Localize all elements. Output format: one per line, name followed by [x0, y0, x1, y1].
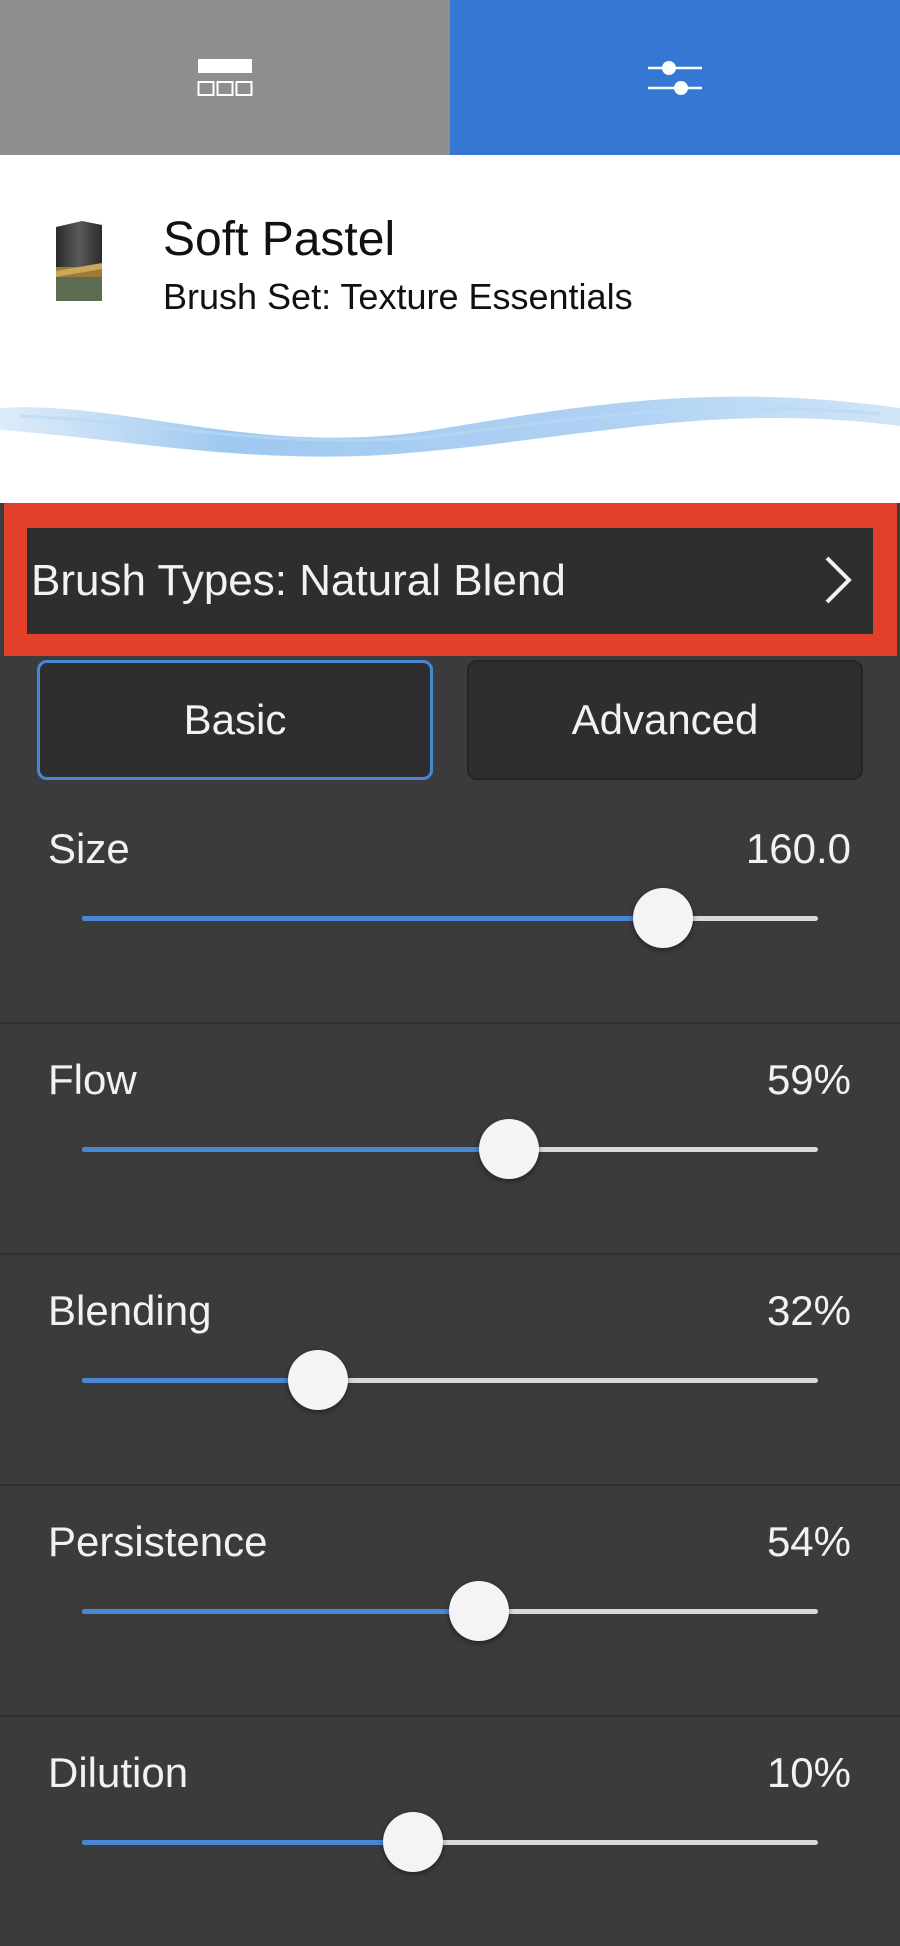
flow-slider[interactable] — [82, 1119, 818, 1179]
brush-set-label: Brush Set: Texture Essentials — [163, 276, 633, 317]
persistence-label: Persistence — [48, 1518, 268, 1565]
dilution-label: Dilution — [48, 1749, 189, 1796]
size-slider-thumb[interactable] — [633, 888, 694, 948]
blending-value: 32% — [766, 1287, 851, 1334]
dilution-slider-fill — [82, 1840, 414, 1845]
blending-slider-thumb[interactable] — [287, 1350, 348, 1410]
blending-label: Blending — [48, 1287, 212, 1334]
blending-slider-fill — [82, 1378, 318, 1383]
dilution-slider[interactable] — [82, 1812, 818, 1872]
brush-types-selector[interactable]: Brush Types: Natural Blend — [27, 528, 873, 634]
basic-mode-button[interactable]: Basic — [37, 660, 433, 780]
flow-value: 59% — [766, 1056, 851, 1103]
persistence-slider[interactable] — [82, 1581, 818, 1641]
sliders-icon — [648, 60, 702, 95]
slider-row-flow: Flow 59% — [0, 1023, 900, 1255]
tab-brush-settings[interactable] — [450, 0, 900, 155]
tab-bar — [0, 0, 900, 155]
flow-slider-fill — [82, 1147, 509, 1152]
persistence-slider-thumb[interactable] — [449, 1581, 510, 1641]
slider-row-size: Size 160.0 — [0, 792, 900, 1024]
slider-row-persistence: Persistence 54% — [0, 1485, 900, 1717]
size-label: Size — [48, 825, 130, 872]
brush-types-label: Brush Types: Natural Blend — [31, 556, 566, 605]
brush-name: Soft Pastel — [163, 213, 396, 266]
persistence-slider-fill — [82, 1609, 480, 1614]
tab-brushes[interactable] — [0, 0, 450, 155]
size-slider[interactable] — [82, 888, 818, 948]
chevron-right-icon — [825, 556, 852, 604]
size-value: 160.0 — [745, 825, 851, 872]
flow-slider-thumb[interactable] — [478, 1119, 539, 1179]
brush-header: Soft Pastel Brush Set: Texture Essential… — [0, 155, 900, 503]
advanced-mode-button[interactable]: Advanced — [467, 660, 863, 780]
blending-slider[interactable] — [82, 1350, 818, 1410]
dilution-slider-thumb[interactable] — [383, 1812, 444, 1872]
slider-row-dilution: Dilution 10% — [0, 1716, 900, 1946]
size-slider-fill — [82, 916, 664, 921]
flow-label: Flow — [48, 1056, 137, 1103]
slider-row-blending: Blending 32% — [0, 1254, 900, 1486]
dilution-value: 10% — [766, 1749, 851, 1796]
brush-stroke-preview — [0, 396, 900, 457]
persistence-value: 54% — [766, 1518, 851, 1565]
pastel-brush-icon — [56, 221, 102, 301]
brush-grid-icon — [197, 58, 253, 96]
